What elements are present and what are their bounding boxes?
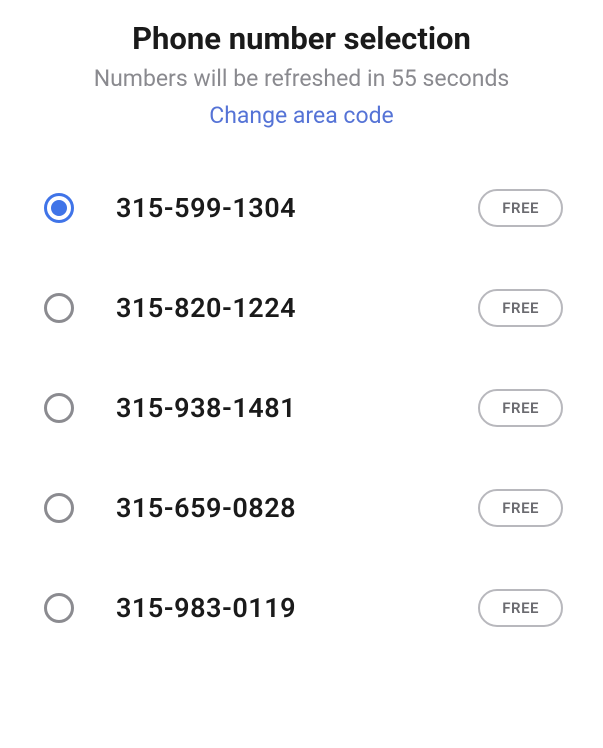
phone-number-row[interactable]: 315-659-0828FREE bbox=[44, 489, 563, 527]
radio-button[interactable] bbox=[44, 593, 74, 623]
phone-number-label: 315-599-1304 bbox=[116, 192, 478, 224]
price-badge: FREE bbox=[478, 189, 563, 227]
phone-number-row[interactable]: 315-599-1304FREE bbox=[44, 189, 563, 227]
phone-number-row[interactable]: 315-938-1481FREE bbox=[44, 389, 563, 427]
refresh-countdown: Numbers will be refreshed in 55 seconds bbox=[30, 65, 573, 92]
phone-number-label: 315-820-1224 bbox=[116, 292, 478, 324]
price-badge: FREE bbox=[478, 289, 563, 327]
price-badge: FREE bbox=[478, 589, 563, 627]
phone-number-label: 315-938-1481 bbox=[116, 392, 478, 424]
page-title: Phone number selection bbox=[30, 20, 573, 57]
radio-button[interactable] bbox=[44, 193, 74, 223]
price-badge: FREE bbox=[478, 489, 563, 527]
phone-number-row[interactable]: 315-983-0119FREE bbox=[44, 589, 563, 627]
phone-number-label: 315-659-0828 bbox=[116, 492, 478, 524]
radio-button[interactable] bbox=[44, 393, 74, 423]
radio-button[interactable] bbox=[44, 293, 74, 323]
phone-number-label: 315-983-0119 bbox=[116, 592, 478, 624]
phone-number-list: 315-599-1304FREE315-820-1224FREE315-938-… bbox=[0, 169, 603, 627]
header: Phone number selection Numbers will be r… bbox=[0, 20, 603, 169]
radio-button[interactable] bbox=[44, 493, 74, 523]
change-area-code-link[interactable]: Change area code bbox=[209, 102, 394, 129]
phone-number-row[interactable]: 315-820-1224FREE bbox=[44, 289, 563, 327]
price-badge: FREE bbox=[478, 389, 563, 427]
